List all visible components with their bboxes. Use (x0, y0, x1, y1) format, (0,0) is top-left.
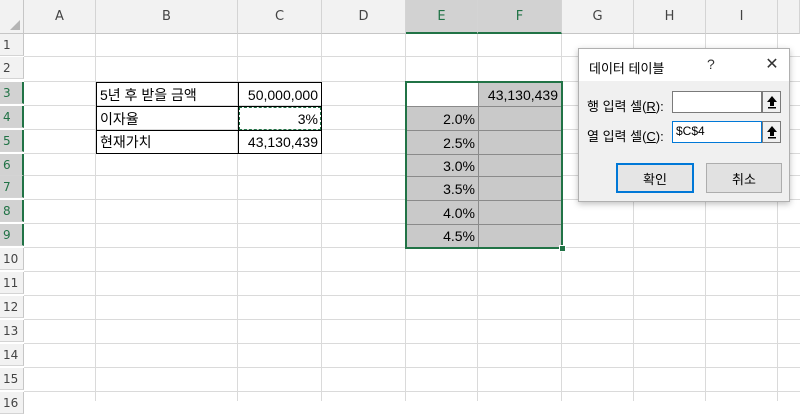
column-header-a[interactable]: A (24, 0, 96, 34)
cell-e8[interactable]: 4.0% (406, 200, 479, 225)
gridline (24, 391, 800, 392)
cell-b5[interactable]: 현재가치 (96, 130, 239, 154)
cell-f6[interactable] (478, 154, 562, 177)
gridline (24, 271, 800, 272)
row-input-label: 행 입력 셀(R): (587, 96, 664, 115)
row-input-label-end: ): (655, 99, 664, 114)
cell-b4[interactable]: 이자율 (96, 106, 239, 131)
row-header-16[interactable]: 16 (0, 392, 24, 414)
row-header-11[interactable]: 11 (0, 272, 24, 294)
cell-b3[interactable]: 5년 후 받을 금액 (96, 82, 239, 107)
select-all-corner[interactable] (0, 0, 24, 34)
cell-c5[interactable]: 43,130,439 (238, 130, 322, 154)
column-header-c[interactable]: C (238, 0, 322, 34)
cell-e6[interactable]: 3.0% (406, 154, 479, 177)
row-header-5[interactable]: 5 (0, 130, 24, 152)
row-header-8[interactable]: 8 (0, 200, 24, 222)
column-header-h[interactable]: H (634, 0, 706, 34)
row-header-2[interactable]: 2 (0, 57, 24, 79)
fill-handle[interactable] (559, 245, 566, 252)
column-input-accelerator: C (646, 129, 656, 144)
row-header-6[interactable]: 6 (0, 154, 24, 176)
cell-f7[interactable] (478, 176, 562, 201)
ok-button[interactable]: 확인 (616, 163, 694, 193)
row-header-3[interactable]: 3 (0, 82, 24, 104)
column-range-picker-button[interactable] (762, 121, 781, 143)
row-range-picker-button[interactable] (762, 91, 781, 113)
collapse-arrow-icon (766, 126, 777, 139)
row-header-10[interactable]: 10 (0, 248, 24, 270)
cell-e5[interactable]: 2.5% (406, 130, 479, 155)
column-header-e[interactable]: E (406, 0, 478, 34)
row-header-9[interactable]: 9 (0, 224, 24, 246)
column-input-cell-field[interactable]: $C$4 (672, 121, 762, 143)
data-table-dialog: 데이터 테이블 ? ✕ 행 입력 셀(R): 열 입력 셀(C): $C$4 확… (578, 48, 790, 202)
cell-e7[interactable]: 3.5% (406, 176, 479, 201)
cell-f4[interactable] (478, 106, 562, 131)
row-input-accelerator: R (646, 99, 656, 114)
close-icon[interactable]: ✕ (759, 52, 785, 76)
gridline (24, 295, 800, 296)
collapse-arrow-icon (766, 96, 777, 109)
row-header-1[interactable]: 1 (0, 34, 24, 56)
cell-c3[interactable]: 50,000,000 (238, 82, 322, 107)
column-input-label-end: ): (655, 129, 664, 144)
dialog-title: 데이터 테이블 (589, 61, 665, 76)
column-header-f[interactable]: F (478, 0, 562, 34)
column-header-d[interactable]: D (322, 0, 406, 34)
row-header-12[interactable]: 12 (0, 296, 24, 318)
cell-e3[interactable] (406, 82, 479, 107)
row-input-label-text: 행 입력 셀( (587, 99, 647, 114)
gridline (24, 319, 800, 320)
cell-e9[interactable]: 4.5% (406, 224, 479, 248)
column-input-label: 열 입력 셀(C): (587, 126, 664, 145)
column-header-i[interactable]: I (706, 0, 778, 34)
row-header-7[interactable]: 7 (0, 176, 24, 198)
column-header-g[interactable]: G (562, 0, 634, 34)
cell-c4[interactable]: 3% (238, 106, 322, 131)
help-button[interactable]: ? (707, 56, 715, 72)
cell-f3[interactable]: 43,130,439 (478, 82, 562, 107)
cell-f9[interactable] (478, 224, 562, 248)
column-header-j[interactable] (778, 0, 800, 34)
cancel-button[interactable]: 취소 (706, 163, 782, 193)
gridline (24, 367, 800, 368)
cell-f8[interactable] (478, 200, 562, 225)
row-header-15[interactable]: 15 (0, 368, 24, 390)
column-header-b[interactable]: B (96, 0, 238, 34)
column-input-label-text: 열 입력 셀( (587, 129, 647, 144)
cell-f5[interactable] (478, 130, 562, 155)
row-header-13[interactable]: 13 (0, 320, 24, 342)
row-header-14[interactable]: 14 (0, 344, 24, 366)
cell-e4[interactable]: 2.0% (406, 106, 479, 131)
row-header-4[interactable]: 4 (0, 106, 24, 128)
gridline (24, 343, 800, 344)
row-input-cell-field[interactable] (672, 91, 762, 113)
